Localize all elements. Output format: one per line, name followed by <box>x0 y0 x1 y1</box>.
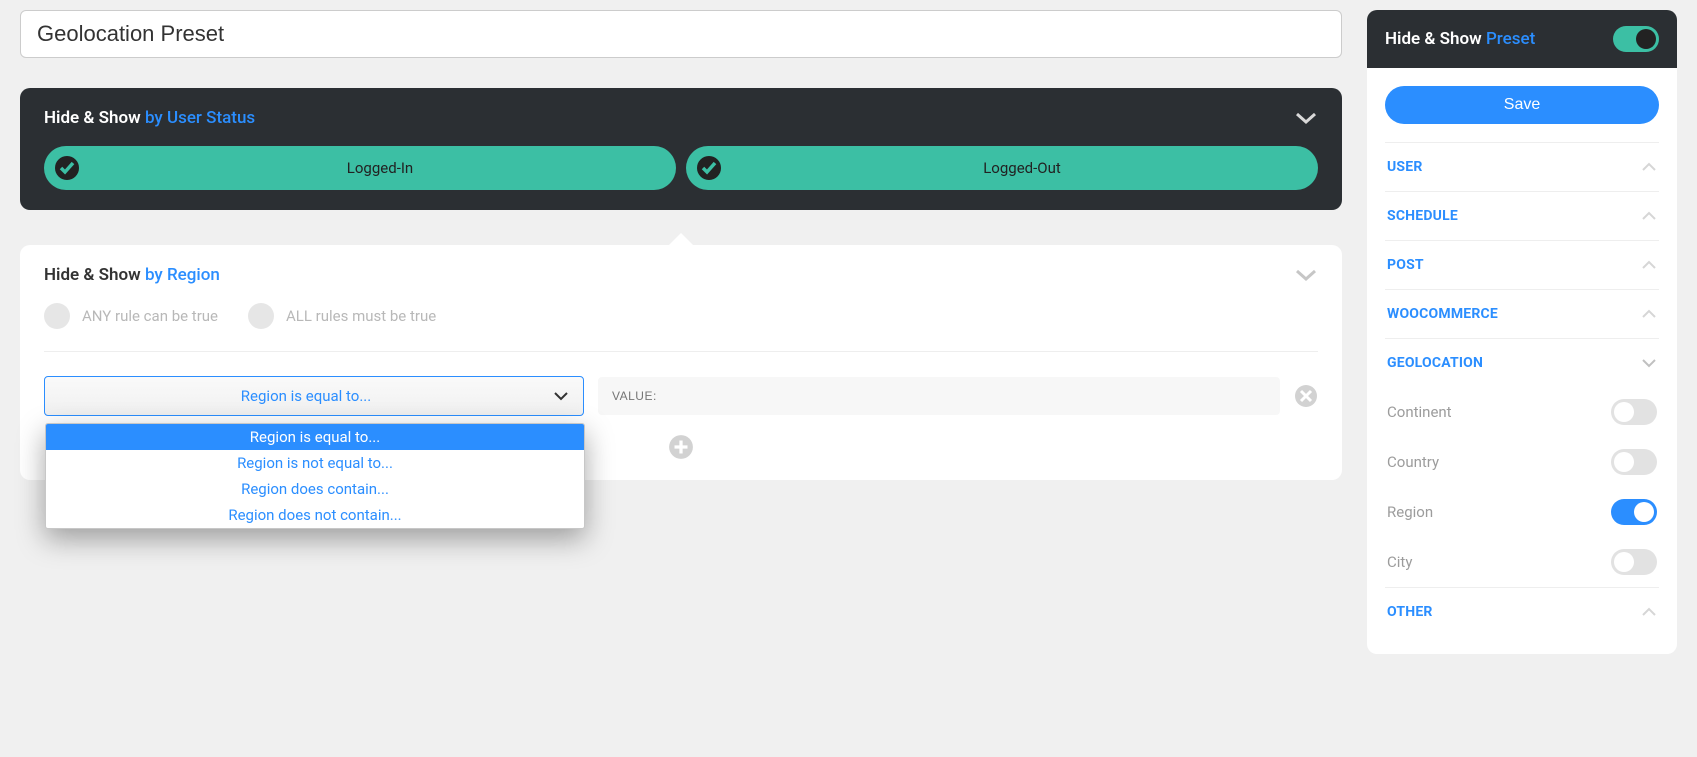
pill-label: Logged-Out <box>734 159 1310 177</box>
dropdown-option[interactable]: Region is not equal to... <box>46 450 584 476</box>
category-label: SCHEDULE <box>1387 208 1458 224</box>
sub-label: Region <box>1387 503 1433 521</box>
panel-title-suffix: by Region <box>145 265 220 285</box>
sub-label: City <box>1387 553 1412 571</box>
panel-title: Hide & Show by User Status <box>44 108 255 128</box>
chevron-down-icon <box>553 391 569 401</box>
pill-label: Logged-In <box>92 159 668 177</box>
panel-title-prefix: Hide & Show <box>44 108 141 128</box>
logged-out-pill[interactable]: Logged-Out <box>686 146 1318 190</box>
sub-label: Country <box>1387 453 1439 471</box>
chevron-up-icon <box>1641 309 1657 319</box>
all-rules-radio[interactable]: ALL rules must be true <box>248 303 436 329</box>
sidebar-header: Hide & Show Preset <box>1367 10 1677 68</box>
chevron-up-icon <box>1641 211 1657 221</box>
category-label: WOOCOMMERCE <box>1387 306 1498 322</box>
geo-continent-row: Continent <box>1385 387 1659 437</box>
panel-title-prefix: Hide & Show <box>44 265 141 285</box>
check-icon <box>52 153 82 183</box>
chevron-down-icon <box>1641 358 1657 368</box>
preset-enable-toggle[interactable] <box>1613 26 1659 52</box>
radio-label: ALL rules must be true <box>286 307 436 325</box>
category-label: USER <box>1387 159 1423 175</box>
check-icon <box>694 153 724 183</box>
region-toggle[interactable] <box>1611 499 1657 525</box>
category-other[interactable]: OTHER <box>1385 587 1659 636</box>
remove-icon[interactable] <box>1294 384 1318 408</box>
select-value: Region is equal to... <box>59 387 553 405</box>
any-rule-radio[interactable]: ANY rule can be true <box>44 303 218 329</box>
country-toggle[interactable] <box>1611 449 1657 475</box>
category-post[interactable]: POST <box>1385 240 1659 289</box>
category-label: GEOLOCATION <box>1387 355 1483 371</box>
chevron-up-icon <box>1641 162 1657 172</box>
region-panel: Hide & Show by Region ANY rule can be tr… <box>20 245 1342 480</box>
category-woocommerce[interactable]: WOOCOMMERCE <box>1385 289 1659 338</box>
preset-title-input[interactable] <box>20 10 1342 58</box>
category-label: POST <box>1387 257 1424 273</box>
dropdown-option[interactable]: Region is equal to... <box>46 424 584 450</box>
save-button[interactable]: Save <box>1385 86 1659 124</box>
category-label: OTHER <box>1387 604 1433 620</box>
panel-title: Hide & Show by Region <box>44 265 220 285</box>
chevron-down-icon[interactable] <box>1294 267 1318 283</box>
sidebar-title: Hide & Show Preset <box>1385 29 1535 49</box>
category-schedule[interactable]: SCHEDULE <box>1385 191 1659 240</box>
city-toggle[interactable] <box>1611 549 1657 575</box>
geo-city-row: City <box>1385 537 1659 587</box>
chevron-up-icon <box>1641 607 1657 617</box>
chevron-down-icon[interactable] <box>1294 110 1318 126</box>
condition-dropdown: Region is equal to... Region is not equa… <box>45 423 585 529</box>
category-user[interactable]: USER <box>1385 142 1659 191</box>
condition-select[interactable]: Region is equal to... Region is equal to… <box>44 376 584 416</box>
radio-label: ANY rule can be true <box>82 307 218 325</box>
dropdown-option[interactable]: Region does not contain... <box>46 502 584 528</box>
user-status-panel: Hide & Show by User Status Logged-In <box>20 88 1342 210</box>
panel-title-suffix: by User Status <box>145 108 255 128</box>
sub-label: Continent <box>1387 403 1452 421</box>
value-input[interactable] <box>598 377 1280 415</box>
continent-toggle[interactable] <box>1611 399 1657 425</box>
geo-region-row: Region <box>1385 487 1659 537</box>
add-rule-icon[interactable] <box>668 434 694 460</box>
category-geolocation[interactable]: GEOLOCATION <box>1385 338 1659 387</box>
sidebar-title-suffix: Preset <box>1486 29 1535 49</box>
geo-country-row: Country <box>1385 437 1659 487</box>
dropdown-option[interactable]: Region does contain... <box>46 476 584 502</box>
logged-in-pill[interactable]: Logged-In <box>44 146 676 190</box>
chevron-up-icon <box>1641 260 1657 270</box>
sidebar-title-prefix: Hide & Show <box>1385 29 1482 49</box>
